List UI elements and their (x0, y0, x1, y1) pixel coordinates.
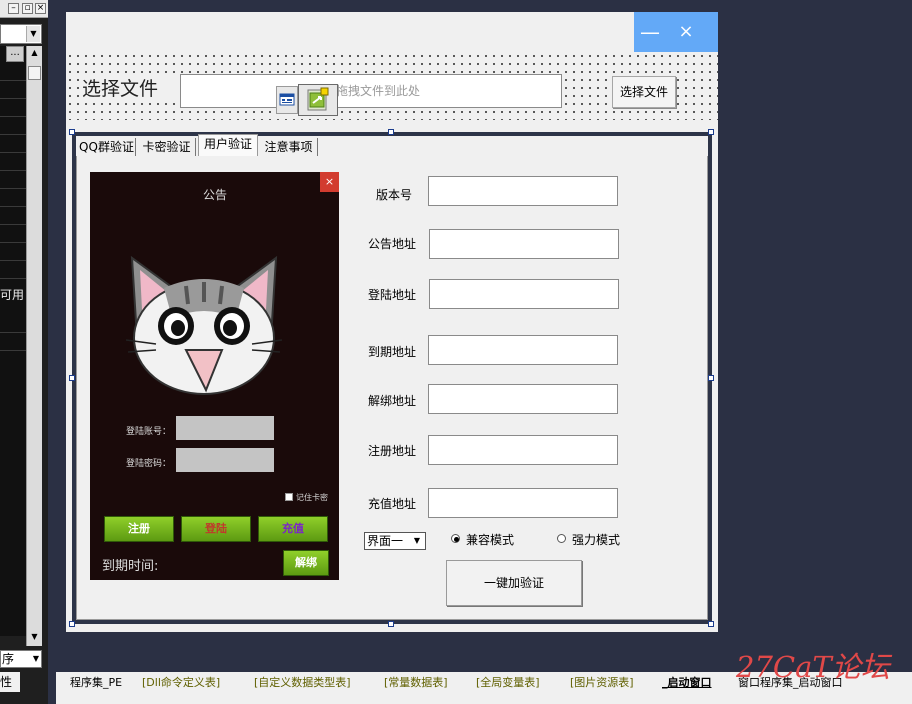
tab-card-key[interactable]: 卡密验证 (138, 138, 196, 156)
resize-handle[interactable] (69, 129, 75, 135)
minimize-button[interactable]: — (640, 18, 660, 46)
scroll-up-icon[interactable]: ▲ (28, 46, 41, 60)
radio-strong[interactable] (557, 534, 566, 543)
dock-icon[interactable]: – (8, 3, 19, 14)
remember-checkbox (285, 493, 293, 501)
unbind-url-input[interactable] (428, 384, 618, 414)
register-button: 注册 (104, 516, 174, 542)
resize-handle[interactable] (388, 621, 394, 627)
tab-program-set-pe[interactable]: 程序集_PE (70, 674, 122, 692)
login-url-input[interactable] (429, 279, 619, 309)
tab-user-verify[interactable]: 用户验证 (198, 134, 258, 156)
radio-compat-label[interactable]: 兼容模式 (466, 531, 526, 547)
radio-selected-dot (454, 537, 459, 542)
property-row[interactable] (0, 64, 26, 81)
property-row[interactable] (0, 172, 26, 189)
file-path-input[interactable]: 拖拽文件到此处 (180, 74, 562, 108)
tab-notes[interactable]: 注意事项 (260, 138, 318, 156)
resize-handle[interactable] (708, 621, 714, 627)
tab-image-resources[interactable]: [图片资源表] (570, 674, 634, 692)
property-row[interactable] (0, 226, 26, 243)
recharge-url-label: 充值地址 (367, 497, 416, 511)
select-file-button[interactable]: 选择文件 (612, 76, 676, 108)
property-row[interactable] (0, 244, 26, 261)
scroll-down-icon[interactable]: ▼ (28, 630, 41, 644)
restore-icon[interactable]: ▫ (22, 3, 33, 14)
resize-handle[interactable] (388, 129, 394, 135)
property-row[interactable] (0, 100, 26, 117)
register-url-label: 注册地址 (367, 444, 416, 458)
property-scrollbar[interactable]: ▲ ▼ (26, 46, 42, 646)
ellipsis-button[interactable]: ... (6, 46, 24, 62)
resize-handle[interactable] (708, 375, 714, 381)
property-row[interactable] (0, 316, 26, 333)
remember-label: 记住卡密 (296, 493, 328, 502)
close-button[interactable]: × (676, 18, 696, 46)
panel-close-icon[interactable]: × (35, 3, 46, 14)
tab-properties[interactable]: 性 (0, 672, 20, 692)
site-watermark: 27CaT论坛 (736, 650, 890, 684)
chevron-down-icon[interactable]: ▼ (33, 651, 39, 667)
resize-handle[interactable] (69, 621, 75, 627)
window-form-icon[interactable] (276, 86, 298, 114)
resize-handle[interactable] (69, 375, 75, 381)
unbind-button: 解绑 (283, 550, 329, 576)
unbind-url-label: 解绑地址 (367, 394, 416, 408)
form-titlebar (66, 12, 718, 52)
property-row[interactable] (0, 136, 26, 153)
tab-globals[interactable]: [全局变量表] (476, 674, 540, 692)
drag-drop-icon[interactable] (298, 84, 338, 116)
version-input[interactable] (428, 176, 618, 206)
password-input (176, 448, 274, 472)
property-panel-titlebar: – ▫ × (0, 0, 48, 18)
property-grid[interactable] (0, 46, 26, 636)
sort-combo[interactable]: 序 ▼ (0, 650, 42, 668)
radio-strong-label[interactable]: 强力模式 (572, 531, 632, 547)
notice-url-label: 公告地址 (367, 237, 416, 251)
property-row[interactable] (0, 118, 26, 135)
recharge-button: 充值 (258, 516, 328, 542)
login-url-label: 登陆地址 (367, 288, 416, 302)
radio-compat[interactable] (451, 534, 460, 543)
preview-close-icon: × (320, 172, 339, 192)
scroll-thumb[interactable] (28, 66, 41, 80)
tab-constants[interactable]: [常量数据表] (384, 674, 448, 692)
account-input (176, 416, 274, 440)
register-url-input[interactable] (428, 435, 618, 465)
one-click-verify-button[interactable]: 一键加验证 (446, 560, 582, 606)
login-button: 登陆 (181, 516, 251, 542)
notice-url-input[interactable] (429, 229, 619, 259)
select-file-label: 选择文件 (82, 74, 182, 102)
cat-mascot-illustration (125, 252, 283, 396)
tab-qq-group[interactable]: QQ群验证 (78, 138, 136, 156)
object-selector[interactable]: ▼ (0, 24, 42, 44)
property-row[interactable] (0, 82, 26, 99)
account-label: 登陆账号： (126, 427, 172, 437)
expire-url-input[interactable] (428, 335, 618, 365)
password-label: 登陆密码： (126, 459, 172, 469)
property-row[interactable] (0, 154, 26, 171)
tab-dll-commands[interactable]: [Dll命令定义表] (142, 674, 220, 692)
chevron-down-icon[interactable]: ▼ (410, 534, 424, 548)
tab-startup-window[interactable]: _启动窗口 (662, 674, 712, 692)
expire-time-label: 到期时间: (102, 559, 159, 574)
expire-url-label: 到期地址 (367, 345, 416, 359)
resize-handle[interactable] (708, 129, 714, 135)
property-value-usable: 可用 (0, 288, 25, 302)
tab-custom-types[interactable]: [自定义数据类型表] (254, 674, 351, 692)
recharge-url-input[interactable] (428, 488, 618, 518)
property-row[interactable] (0, 334, 26, 351)
property-row[interactable] (0, 208, 26, 225)
sort-combo-value: 序 (2, 652, 15, 666)
property-row[interactable] (0, 262, 26, 279)
property-row[interactable] (0, 190, 26, 207)
preview-title: 公告 (202, 188, 227, 202)
version-label: 版本号 (375, 188, 412, 202)
chevron-down-icon[interactable]: ▼ (26, 26, 40, 42)
